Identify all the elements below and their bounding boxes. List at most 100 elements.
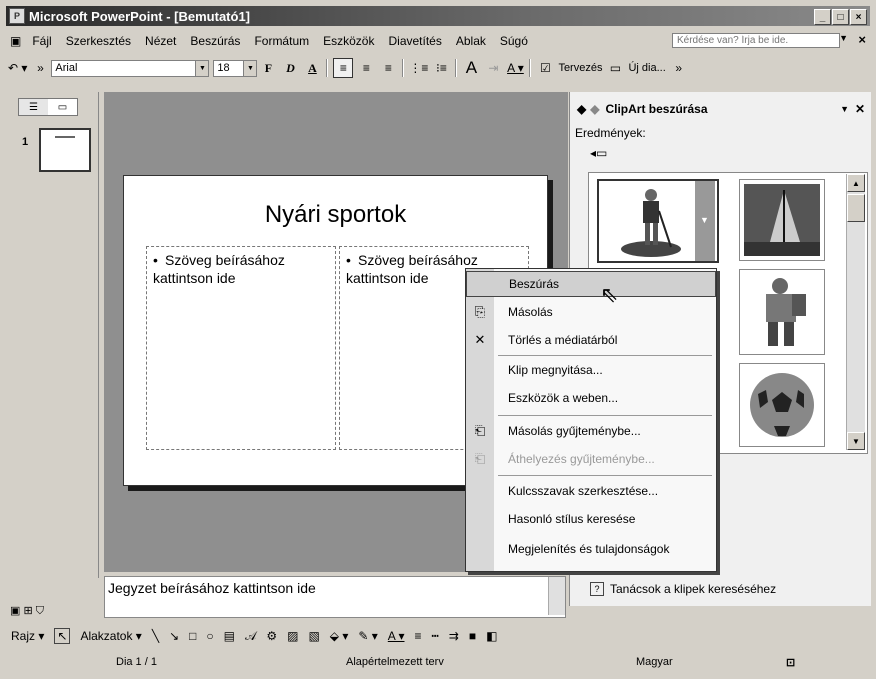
select-pointer-icon[interactable]: ↖ [54, 628, 71, 644]
new-slide-icon[interactable]: ▭ [606, 59, 624, 77]
maximize-button[interactable]: □ [832, 9, 849, 25]
menu-help[interactable]: Súgó [493, 34, 535, 48]
notes-placeholder[interactable]: Jegyzet beírásához kattintson ide [108, 580, 316, 596]
task-pane-dropdown-icon[interactable]: ▼ [840, 104, 849, 114]
clip-golfer[interactable]: ▼ [597, 179, 719, 263]
clip-soccer-ball[interactable] [739, 363, 825, 447]
line-icon[interactable]: ╲ [152, 629, 159, 643]
increase-indent-icon[interactable]: ⇥ [484, 59, 502, 77]
align-left-icon[interactable]: ≡ [333, 58, 354, 78]
scroll-thumb[interactable] [847, 194, 865, 222]
slide-thumbnail[interactable] [39, 128, 91, 172]
menu-item-insert[interactable]: Beszúrás [466, 271, 716, 297]
slide-title[interactable]: Nyári sportok [124, 201, 547, 229]
new-slide-button[interactable]: Új dia... [628, 59, 665, 77]
thumbnail-title-line [55, 136, 75, 138]
window-controls: _ □ × [813, 9, 867, 25]
menu-edit[interactable]: Szerkesztés [59, 34, 138, 48]
diagram-icon[interactable]: ⚙ [266, 629, 277, 643]
document-menu-icon[interactable]: ▣ [6, 34, 25, 48]
close-button[interactable]: × [850, 9, 867, 25]
spellcheck-icon[interactable]: ⊡ [786, 656, 795, 669]
design-button[interactable]: Tervezés [558, 59, 602, 77]
outline-tab-icon[interactable]: ☰ [19, 99, 48, 115]
dash-style-icon[interactable]: ┅ [432, 629, 439, 643]
scroll-up-icon[interactable]: ▲ [847, 174, 865, 192]
font-color-draw-icon[interactable]: A ▾ [388, 629, 405, 643]
italic-button[interactable]: D [281, 59, 299, 77]
menu-insert[interactable]: Beszúrás [183, 34, 247, 48]
picture-icon[interactable]: ▧ [308, 629, 319, 643]
shadow-icon[interactable]: ■ [469, 629, 476, 643]
slideshow-icon[interactable]: ⛉ [36, 605, 44, 617]
slide-sorter-icon[interactable]: ⊞ [23, 605, 32, 617]
menu-slideshow[interactable]: Diavetítés [381, 34, 448, 48]
menu-item-copy[interactable]: ⎘ Másolás [466, 299, 716, 325]
scroll-down-icon[interactable]: ▼ [847, 432, 865, 450]
numbered-list-icon[interactable]: ⋮≡ [409, 59, 428, 77]
font-select[interactable]: Arial ▼ [51, 59, 210, 77]
chevron-down-icon[interactable]: ▼ [243, 60, 257, 76]
menu-item-open-clip[interactable]: Klip megnyitása... [466, 357, 716, 383]
clip-sailboat[interactable] [739, 179, 825, 261]
line-color-icon[interactable]: ✎ ▾ [358, 629, 377, 643]
help-search-input[interactable] [672, 33, 840, 48]
context-menu: Beszúrás ⎘ Másolás ✕ Törlés a médiatárból … [465, 268, 717, 572]
task-pane-close-icon[interactable]: ✕ [855, 102, 865, 116]
clipart-scrollbar[interactable]: ▲ ▼ [846, 174, 865, 450]
menu-format[interactable]: Formátum [247, 34, 316, 48]
arrow-icon[interactable]: ↘ [169, 629, 179, 643]
menu-tools[interactable]: Eszközök [316, 34, 381, 48]
task-pane-header: ◆ ◆ ClipArt beszúrása ▼ ✕ [573, 100, 869, 118]
autoshapes-button[interactable]: Alakzatok ▾ [80, 629, 141, 643]
chevron-down-icon[interactable]: ▼ [195, 60, 209, 76]
textbox-icon[interactable]: ▤ [224, 629, 235, 643]
menu-view[interactable]: Nézet [138, 34, 183, 48]
design-icon[interactable]: ☑ [536, 59, 554, 77]
menu-item-tools-on-web[interactable]: Eszközök a weben... [466, 385, 716, 411]
align-center-icon[interactable]: ≡ [357, 59, 375, 77]
left-content-placeholder[interactable]: • Szöveg beírásához kattintson ide [146, 246, 336, 450]
align-right-icon[interactable]: ≡ [379, 59, 397, 77]
toolbar-more-icon[interactable]: » [31, 59, 49, 77]
font-color-icon[interactable]: A ▾ [506, 59, 524, 77]
arrow-style-icon[interactable]: ⇉ [449, 629, 459, 643]
toolbar-separator [455, 59, 458, 77]
minimize-button[interactable]: _ [814, 9, 831, 25]
slides-tab-icon[interactable]: ▭ [48, 99, 77, 115]
3d-icon[interactable]: ◧ [486, 629, 497, 643]
close-document-icon[interactable]: × [858, 32, 866, 47]
rectangle-icon[interactable]: □ [189, 629, 196, 643]
wordart-icon[interactable]: 𝒜 [245, 629, 256, 644]
bold-button[interactable]: F [259, 59, 277, 77]
menu-file[interactable]: Fájl [25, 34, 58, 48]
menu-item-copy-to-collection[interactable]: ⎗ Másolás gyűjteménybe... [466, 418, 716, 444]
clip-search-tips-link[interactable]: ? Tanácsok a klipek kereséséhez [590, 582, 776, 596]
menu-window[interactable]: Ablak [449, 34, 493, 48]
fill-color-icon[interactable]: ⬙ ▾ [330, 629, 349, 643]
undo-icon[interactable]: ↶ ▾ [8, 59, 27, 77]
menu-item-preview-properties[interactable]: Megjelenítés és tulajdonságok [466, 536, 716, 562]
menu-item-delete-from-gallery[interactable]: ✕ Törlés a médiatárból [466, 327, 716, 353]
oval-icon[interactable]: ○ [206, 629, 213, 643]
clip-hiker[interactable] [739, 269, 825, 355]
font-size-select[interactable]: 18 ▼ [213, 59, 258, 77]
underline-button[interactable]: A [303, 59, 321, 77]
menu-item-find-similar-style[interactable]: Hasonló stílus keresése [466, 506, 716, 532]
back-arrow-icon[interactable]: ◆ [577, 102, 586, 116]
menu-item-edit-keywords[interactable]: Kulcsszavak szerkesztése... [466, 478, 716, 504]
clipart-icon[interactable]: ▨ [287, 629, 298, 643]
forward-arrow-icon[interactable]: ◆ [590, 102, 599, 116]
drawing-toolbar: Rajz ▾ ↖ Alakzatok ▾ ╲ ↘ □ ○ ▤ 𝒜 ⚙ ▨ ▧ ⬙… [6, 624, 870, 648]
increase-font-icon[interactable]: A [462, 58, 480, 77]
menu-item-label: Beszúrás [509, 277, 560, 291]
toolbar-overflow-icon[interactable]: » [670, 59, 688, 77]
powerpoint-app-icon[interactable]: P [9, 8, 25, 24]
bullet-list-icon[interactable]: ⁝≡ [432, 59, 450, 77]
results-menu-icon[interactable]: ◂▭ [590, 146, 607, 160]
help-dropdown-icon[interactable]: ▼ [839, 33, 848, 43]
normal-view-icon[interactable]: ▣ [10, 605, 20, 617]
draw-menu-button[interactable]: Rajz ▾ [11, 629, 44, 643]
line-style-icon[interactable]: ≡ [415, 629, 422, 643]
notes-scrollbar[interactable] [548, 577, 565, 615]
